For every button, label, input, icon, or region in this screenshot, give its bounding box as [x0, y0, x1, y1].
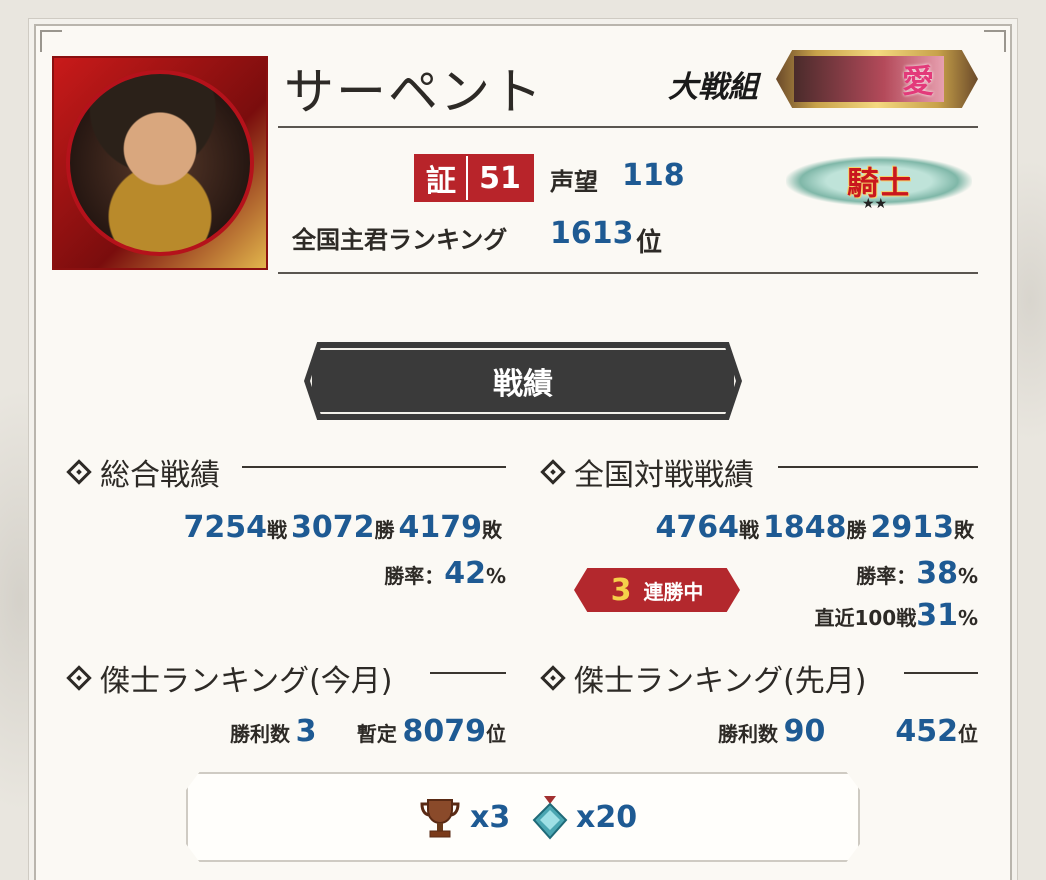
unit-label: 勝	[846, 518, 867, 542]
trophy-box	[186, 772, 860, 862]
national-losses: 2913	[870, 510, 955, 545]
unit-label: 戦	[739, 518, 759, 542]
win-rate-label: 勝率：	[384, 564, 445, 588]
section-title-bar: 戦績	[304, 342, 742, 420]
win-rate-value: 38	[916, 556, 958, 591]
overall-losses: 4179	[398, 510, 483, 545]
heading-rule	[778, 466, 978, 468]
overall-heading: 総合戦績	[66, 450, 220, 494]
panel-corner-ornament	[984, 30, 1006, 52]
badge-value: 51	[466, 156, 532, 200]
unit-label: 敗	[954, 518, 974, 542]
hero-rank-last-month-heading: 傑士ランキング(先月)	[540, 656, 867, 700]
win-rate-value: 42	[444, 556, 486, 591]
group-banner-text: 愛	[901, 62, 934, 100]
unit-label: 勝	[374, 518, 395, 542]
heading-rule	[904, 672, 978, 674]
rank-value: 8079	[402, 714, 487, 749]
section-title: 戦績	[493, 367, 553, 402]
avatar-portrait	[66, 70, 254, 256]
heading-rule	[430, 672, 506, 674]
prestige-label: 声望	[550, 168, 598, 196]
wins-value: 3	[295, 714, 317, 749]
player-avatar[interactable]	[52, 56, 268, 270]
trophy-count: x3	[470, 800, 511, 835]
diamond-bullet-icon	[540, 665, 566, 691]
hero-rank-this-month-wins: 勝利数 3	[230, 714, 316, 749]
unit-label: %	[485, 564, 506, 588]
hero-rank-last-month-heading-text: 傑士ランキング(先月)	[574, 664, 867, 699]
unit-label: 位	[486, 722, 506, 746]
panel-corner-ornament	[40, 30, 62, 52]
overall-record: 7254戦 3072勝 4179敗	[184, 510, 507, 545]
heading-rule	[242, 466, 506, 468]
streak-label: 連勝中	[643, 579, 704, 604]
national-heading-text: 全国対戦戦績	[574, 458, 754, 493]
group-banner[interactable]: 愛	[776, 50, 978, 108]
unit-label: 戦	[267, 518, 287, 542]
certificate-badge: 証 51	[414, 154, 534, 202]
national-ranking-label: 全国主君ランキング	[292, 226, 508, 254]
unit-label: %	[957, 606, 978, 630]
wins-label: 勝利数	[718, 722, 778, 746]
divider	[278, 272, 978, 274]
hero-rank-last-month-rank: 452位	[895, 714, 978, 749]
prestige-value: 118	[622, 158, 685, 193]
national-ranking-unit: 位	[636, 228, 663, 258]
overall-battles: 7254	[183, 510, 268, 545]
hero-rank-last-month-wins: 勝利数 90	[718, 714, 825, 749]
recent-label: 直近100戦	[814, 606, 917, 630]
national-wins: 1848	[763, 510, 847, 545]
national-battles: 4764	[655, 510, 740, 545]
hero-rank-this-month-rank: 暫定 8079位	[357, 714, 506, 749]
national-heading: 全国対戦戦績	[540, 450, 754, 494]
recent-rate-value: 31	[916, 598, 958, 633]
diamond-bullet-icon	[66, 665, 92, 691]
overall-heading-text: 総合戦績	[100, 458, 220, 493]
hero-rank-this-month-heading: 傑士ランキング(今月)	[66, 656, 393, 700]
unit-label: 位	[958, 722, 978, 746]
national-win-rate: 勝率：38%	[856, 556, 978, 591]
win-rate-label: 勝率：	[856, 564, 917, 588]
group-label: 大戦組	[668, 70, 758, 105]
national-record: 4764戦 1848勝 2913敗	[656, 510, 979, 545]
hero-rank-this-month-heading-text: 傑士ランキング(今月)	[100, 664, 393, 699]
recent-win-rate: 直近100戦31%	[814, 598, 978, 633]
diamond-bullet-icon	[66, 459, 92, 485]
unit-label: 敗	[482, 518, 502, 542]
overall-win-rate: 勝率：42%	[384, 556, 506, 591]
rank-stars: ★★	[862, 196, 888, 212]
trophy-icon	[420, 799, 460, 838]
win-streak-badge: 3 連勝中	[574, 568, 740, 612]
diamond-bullet-icon	[540, 459, 566, 485]
gem-count: x20	[576, 800, 638, 835]
unit-label: %	[957, 564, 978, 588]
wins-label: 勝利数	[230, 722, 290, 746]
gem-icon	[532, 796, 568, 840]
streak-count: 3	[610, 572, 632, 608]
player-name: サーペント	[284, 63, 544, 121]
divider	[278, 126, 978, 128]
provisional-label: 暫定	[356, 722, 397, 746]
badge-label: 証	[416, 156, 466, 200]
national-ranking-value: 1613	[550, 216, 634, 251]
rank-value: 452	[895, 714, 958, 749]
overall-wins: 3072	[291, 510, 375, 545]
wins-value: 90	[783, 714, 826, 749]
